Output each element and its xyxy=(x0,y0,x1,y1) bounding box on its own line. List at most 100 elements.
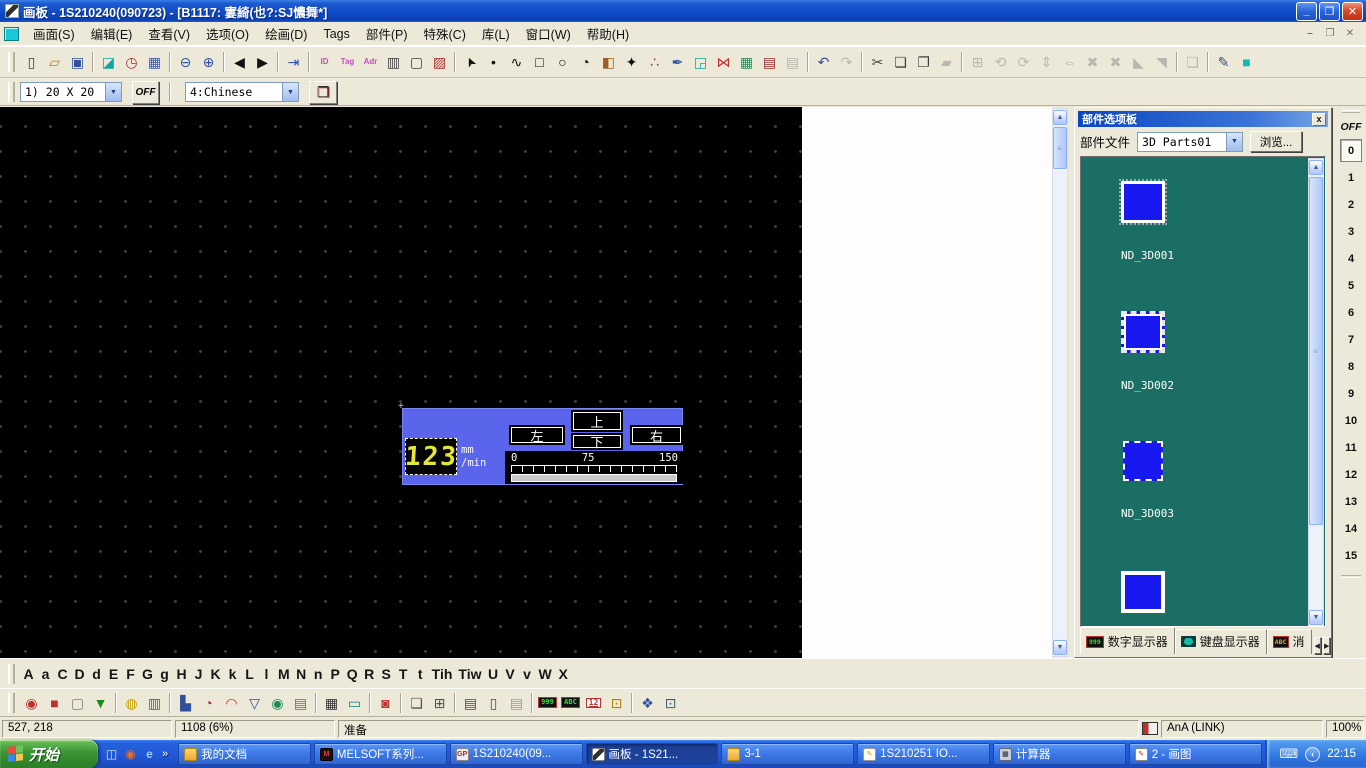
hmi-button-right[interactable]: 右 xyxy=(630,425,683,445)
data-grid-icon[interactable]: ⊞ xyxy=(428,692,451,714)
library-icon[interactable]: ▤ xyxy=(758,51,781,73)
parts-list-item[interactable] xyxy=(1121,571,1325,627)
language-windows-icon[interactable]: ❒ xyxy=(309,81,337,104)
linear-scale[interactable]: 0 75 150 xyxy=(505,451,683,484)
scroll-up-icon[interactable]: ▲ xyxy=(1309,160,1323,175)
switch-square-icon[interactable]: ■ xyxy=(43,692,66,714)
text-tool-button[interactable]: C xyxy=(54,666,71,682)
state-button[interactable]: 13 xyxy=(1340,490,1362,513)
alarm-history-icon[interactable]: ▤ xyxy=(459,692,482,714)
shape-parts-icon[interactable]: ❖ xyxy=(636,692,659,714)
attribute-check-icon[interactable]: ✎ xyxy=(1212,51,1235,73)
exit-icon[interactable]: ⇥ xyxy=(282,51,305,73)
usage-list-icon[interactable]: ▨ xyxy=(428,51,451,73)
text-tool-button[interactable]: g xyxy=(156,666,173,682)
text-tool-button[interactable]: E xyxy=(105,666,122,682)
dot-icon[interactable]: • xyxy=(482,51,505,73)
mdi-restore-button[interactable]: ❐ xyxy=(1322,27,1338,41)
lamp-multi-icon[interactable]: ▥ xyxy=(143,692,166,714)
task-1s210251[interactable]: ✎ 1S210251 IO... xyxy=(857,743,990,765)
task-calculator[interactable]: ▦ 计算器 xyxy=(993,743,1126,765)
state-button[interactable]: 2 xyxy=(1340,193,1362,216)
start-button[interactable]: 开始 xyxy=(0,740,98,768)
switch-flat-icon[interactable]: ▢ xyxy=(66,692,89,714)
hmi-button-down[interactable]: 下 xyxy=(571,433,623,450)
circle-icon[interactable]: ○ xyxy=(551,51,574,73)
window-preview-icon[interactable]: ▢ xyxy=(405,51,428,73)
text-tool-button[interactable]: N xyxy=(293,666,310,682)
state-button[interactable]: 1 xyxy=(1340,166,1362,189)
state-button[interactable]: 9 xyxy=(1340,382,1362,405)
next-screen-icon[interactable]: ▶ xyxy=(251,51,274,73)
pointer-icon[interactable]: ➤ xyxy=(459,51,482,73)
state-button[interactable]: 14 xyxy=(1340,517,1362,540)
tag-list-icon[interactable]: Tag xyxy=(336,51,359,73)
meter-icon[interactable]: ◠ xyxy=(220,692,243,714)
state-button[interactable]: 7 xyxy=(1340,328,1362,351)
new-screen-icon[interactable]: ▯ xyxy=(20,51,43,73)
state-button[interactable]: 4 xyxy=(1340,247,1362,270)
rect-icon[interactable]: □ xyxy=(528,51,551,73)
text-tool-button[interactable]: J xyxy=(190,666,207,682)
paste-icon[interactable]: ❐ xyxy=(912,51,935,73)
title-bar[interactable]: 画板 - 1S210240(090723) - [B1117: 寠綺(也?:SJ… xyxy=(0,0,1366,22)
color-select-icon[interactable]: ■ xyxy=(1235,51,1258,73)
task-paint[interactable]: ✎ 2 - 画图 xyxy=(1129,743,1262,765)
text-tool-button[interactable]: Q xyxy=(344,666,361,682)
numeric-display[interactable]: 123 xyxy=(405,438,457,475)
menu-draw[interactable]: 绘画(D) xyxy=(257,21,315,46)
tabs-scroll-right-icon[interactable]: ▶ xyxy=(1323,637,1330,654)
adr-list-icon[interactable]: Adr xyxy=(359,51,382,73)
quick-launch-ie-icon[interactable]: e xyxy=(142,747,157,762)
scrollbar-thumb[interactable]: ≡ xyxy=(1309,177,1323,525)
parts-file-select[interactable]: 3D Parts01 ▼ xyxy=(1137,132,1243,152)
copy-icon[interactable]: ❏ xyxy=(889,51,912,73)
task-folder-3-1[interactable]: 3-1 xyxy=(721,743,854,765)
drawing-canvas[interactable]: 123 mm /min 左 上 下 右 0 75 150 xyxy=(0,107,802,658)
keyboard-layout-icon[interactable]: ⌨ xyxy=(1279,746,1298,762)
tile-screens-icon[interactable]: ▥ xyxy=(382,51,405,73)
chevron-down-icon[interactable]: ▼ xyxy=(1226,133,1242,151)
text-tool-button[interactable]: R xyxy=(361,666,378,682)
state-button[interactable]: 5 xyxy=(1340,274,1362,297)
scroll-down-icon[interactable]: ▼ xyxy=(1309,610,1323,625)
menu-window[interactable]: 窗口(W) xyxy=(518,21,579,46)
state-button[interactable]: 10 xyxy=(1340,409,1362,432)
prev-screen-icon[interactable]: ◀ xyxy=(228,51,251,73)
panel-meter-icon[interactable]: ◉ xyxy=(266,692,289,714)
state-button[interactable]: 15 xyxy=(1340,544,1362,567)
text-tool-button[interactable]: W xyxy=(536,666,555,682)
state-button[interactable]: 11 xyxy=(1340,436,1362,459)
image-icon[interactable]: ▦ xyxy=(735,51,758,73)
part-thumbnail[interactable] xyxy=(1121,571,1165,613)
menu-help[interactable]: 帮助(H) xyxy=(579,21,637,46)
text-tool-button[interactable]: L xyxy=(241,666,258,682)
menu-screen[interactable]: 画面(S) xyxy=(25,21,83,46)
lamp-icon[interactable]: ◍ xyxy=(120,692,143,714)
text-tool-button[interactable]: K xyxy=(207,666,224,682)
text-tool-button[interactable]: M xyxy=(275,666,293,682)
tabs-scroll-left-icon[interactable]: ◀ xyxy=(1314,637,1321,654)
mdi-minimize-button[interactable]: – xyxy=(1302,27,1318,41)
text-tool-button[interactable]: n xyxy=(310,666,327,682)
text-tool-button[interactable]: d xyxy=(88,666,105,682)
minimize-button[interactable]: _ xyxy=(1296,2,1317,21)
part-thumbnail[interactable] xyxy=(1121,311,1165,353)
bar-graph-icon[interactable]: ▙ xyxy=(174,692,197,714)
hmi-button-left[interactable]: 左 xyxy=(509,425,565,445)
state-button[interactable]: 3 xyxy=(1340,220,1362,243)
text-tool-button[interactable]: F xyxy=(122,666,139,682)
menu-parts[interactable]: 部件(P) xyxy=(358,21,416,46)
close-icon[interactable]: x xyxy=(1312,113,1326,126)
text-tool-button[interactable]: k xyxy=(224,666,241,682)
numeric-display-icon[interactable]: 999 xyxy=(536,692,559,714)
parts-list-item[interactable]: ND_3D003 xyxy=(1121,441,1325,571)
browse-button[interactable]: 浏览... xyxy=(1250,131,1302,152)
text-tool-button[interactable]: H xyxy=(173,666,190,682)
dropper-icon[interactable]: ✒ xyxy=(666,51,689,73)
chevron-more-icon[interactable]: » xyxy=(162,748,168,760)
toolbar-grip[interactable] xyxy=(1342,110,1360,113)
switch-round-icon[interactable]: ◉ xyxy=(20,692,43,714)
text-tool-button[interactable]: v xyxy=(519,666,536,682)
part-thumbnail[interactable] xyxy=(1123,441,1163,481)
